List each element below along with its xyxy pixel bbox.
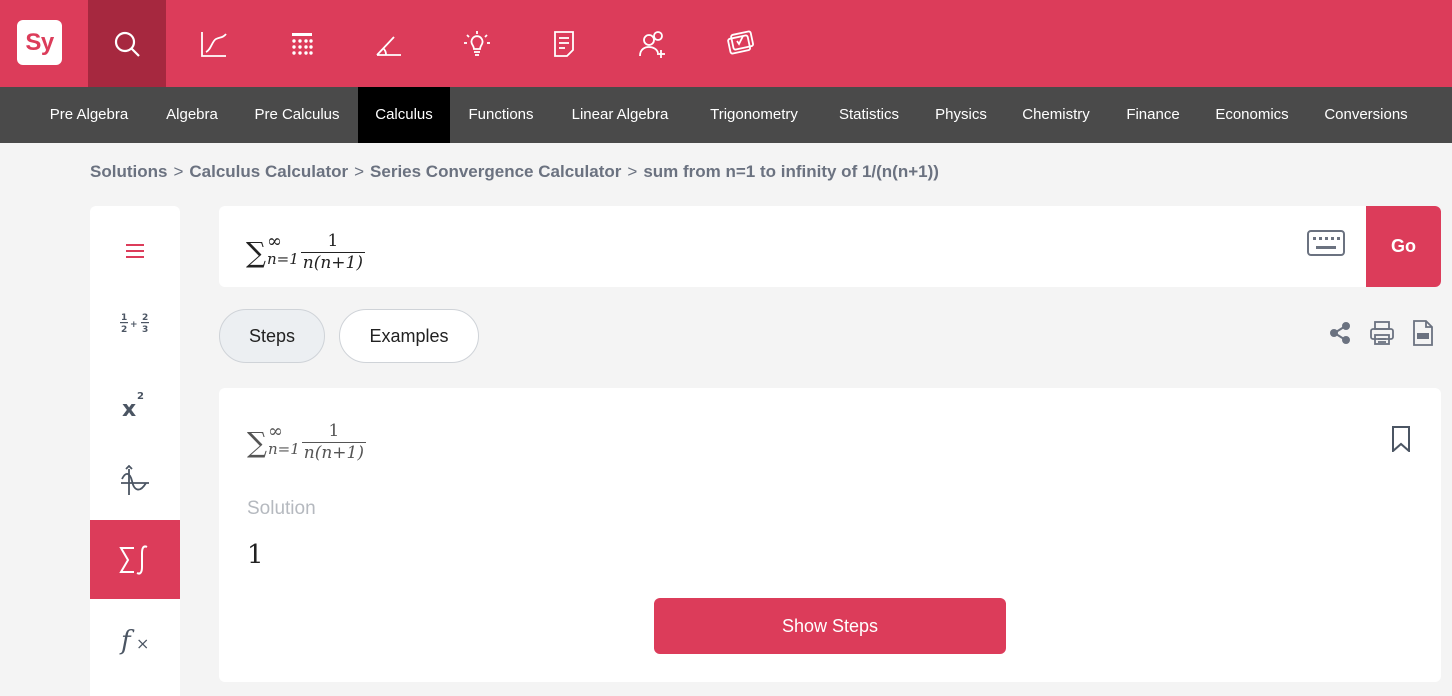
rail-fractions-button[interactable]: 1 2 + 2 3 [90, 284, 180, 363]
breadcrumb: Solutions > Calculus Calculator > Series Con… [90, 162, 939, 182]
practice-icon [727, 30, 754, 54]
bookmark-button[interactable] [1391, 426, 1411, 457]
breadcrumb-calculus-calculator[interactable]: Calculus Calculator [189, 162, 348, 181]
svg-text:×: × [136, 634, 149, 653]
svg-text:1: 1 [121, 313, 127, 323]
sum-integral-icon [119, 545, 148, 574]
rail-exponent-button[interactable]: x2 [90, 363, 180, 442]
subject-statistics[interactable]: Statistics [820, 87, 918, 143]
subject-nav: Pre Algebra Algebra Pre Calculus Calculu… [0, 87, 1452, 143]
function-icon: f × [119, 626, 149, 656]
graphing-button[interactable] [175, 0, 253, 87]
breadcrumb-current: sum from n=1 to infinity of 1/(n(n+1)) [643, 162, 939, 181]
calculator-button[interactable] [263, 0, 341, 87]
lightbulb-icon [464, 30, 490, 56]
logo[interactable]: Sy [17, 20, 62, 65]
fraction-denominator: n(n+1) [301, 441, 367, 463]
search-icon [114, 31, 140, 57]
breadcrumb-separator: > [627, 162, 638, 181]
subject-functions[interactable]: Functions [450, 87, 552, 143]
input-expression: ∑ ∞ n=1 1 n(n+1) [246, 230, 366, 273]
show-steps-button[interactable]: Show Steps [654, 598, 1006, 654]
subject-trigonometry[interactable]: Trigonometry [688, 87, 820, 143]
graph-icon [201, 31, 227, 57]
go-button[interactable]: Go [1366, 206, 1441, 287]
top-bar: Sy [0, 0, 1452, 87]
svg-text:3: 3 [142, 325, 148, 335]
solution-value: 1 [247, 540, 264, 570]
subject-calculus[interactable]: Calculus [358, 87, 450, 143]
breadcrumb-separator: > [354, 162, 365, 181]
fractions-icon: 1 2 + 2 3 [120, 313, 149, 335]
share-icon [1330, 322, 1350, 344]
svg-text:+: + [130, 320, 138, 330]
trig-graph-icon [121, 464, 149, 495]
exponent-icon: x2 [122, 391, 144, 420]
solution-label: Solution [247, 498, 316, 519]
subject-conversions[interactable]: Conversions [1306, 87, 1426, 143]
subject-economics[interactable]: Economics [1198, 87, 1306, 143]
subject-finance[interactable]: Finance [1108, 87, 1198, 143]
sum-lower-limit: n=1 [267, 249, 299, 268]
breadcrumb-solutions[interactable]: Solutions [90, 162, 167, 181]
svg-text:f: f [119, 626, 135, 656]
expression-input[interactable]: ∑ ∞ n=1 1 n(n+1) Go [219, 206, 1441, 287]
tab-steps[interactable]: Steps [219, 309, 325, 363]
search-button[interactable] [88, 0, 166, 87]
calculator-icon [292, 32, 313, 55]
bookmark-icon [1392, 426, 1410, 454]
fraction-denominator: n(n+1) [300, 251, 366, 273]
subject-pre-algebra[interactable]: Pre Algebra [30, 87, 148, 143]
svg-text:2: 2 [137, 391, 144, 402]
geometry-button[interactable] [350, 0, 428, 87]
print-button[interactable] [1369, 320, 1395, 346]
menu-icon [126, 243, 144, 258]
subject-linear-algebra[interactable]: Linear Algebra [552, 87, 688, 143]
keyboard-icon [1307, 230, 1345, 256]
rail-trig-button[interactable] [90, 442, 180, 521]
subject-chemistry[interactable]: Chemistry [1004, 87, 1108, 143]
practice-button[interactable] [700, 0, 778, 87]
subject-algebra[interactable]: Algebra [148, 87, 236, 143]
share-button[interactable] [1327, 320, 1353, 346]
tips-button[interactable] [438, 0, 516, 87]
notebook-button[interactable] [525, 0, 603, 87]
pdf-button[interactable] [1410, 320, 1436, 346]
geometry-icon [376, 35, 401, 56]
rail-function-button[interactable]: f × [90, 599, 180, 678]
breadcrumb-series-convergence-calculator[interactable]: Series Convergence Calculator [370, 162, 621, 181]
tab-examples[interactable]: Examples [339, 309, 479, 363]
result-card: ∑ ∞ n=1 1 n(n+1) Solution 1 Show Steps [219, 388, 1441, 682]
pdf-icon [1413, 320, 1433, 346]
subject-physics[interactable]: Physics [918, 87, 1004, 143]
keyboard-button[interactable] [1307, 229, 1345, 262]
sigma-symbol: ∑ [247, 425, 267, 459]
tool-rail: 12 + 23 x2 f × [90, 206, 180, 696]
sum-upper-limit: ∞ [268, 420, 283, 442]
svg-text:2: 2 [142, 313, 148, 323]
sigma-symbol: ∑ [246, 235, 266, 269]
sum-lower-limit: n=1 [268, 439, 300, 458]
print-icon [1370, 321, 1394, 345]
subject-pre-calculus[interactable]: Pre Calculus [236, 87, 358, 143]
fraction-numerator: 1 [328, 421, 340, 441]
rail-menu-button[interactable] [90, 211, 180, 290]
groups-icon [639, 30, 665, 58]
rail-sum-integral-button[interactable] [90, 520, 180, 599]
notebook-icon [554, 30, 574, 57]
svg-text:2: 2 [121, 325, 127, 335]
fraction-numerator: 1 [327, 231, 339, 251]
sum-upper-limit: ∞ [267, 230, 282, 252]
svg-text:x: x [122, 397, 136, 420]
breadcrumb-separator: > [173, 162, 184, 181]
result-expression: ∑ ∞ n=1 1 n(n+1) [247, 420, 367, 463]
groups-button[interactable] [613, 0, 691, 87]
